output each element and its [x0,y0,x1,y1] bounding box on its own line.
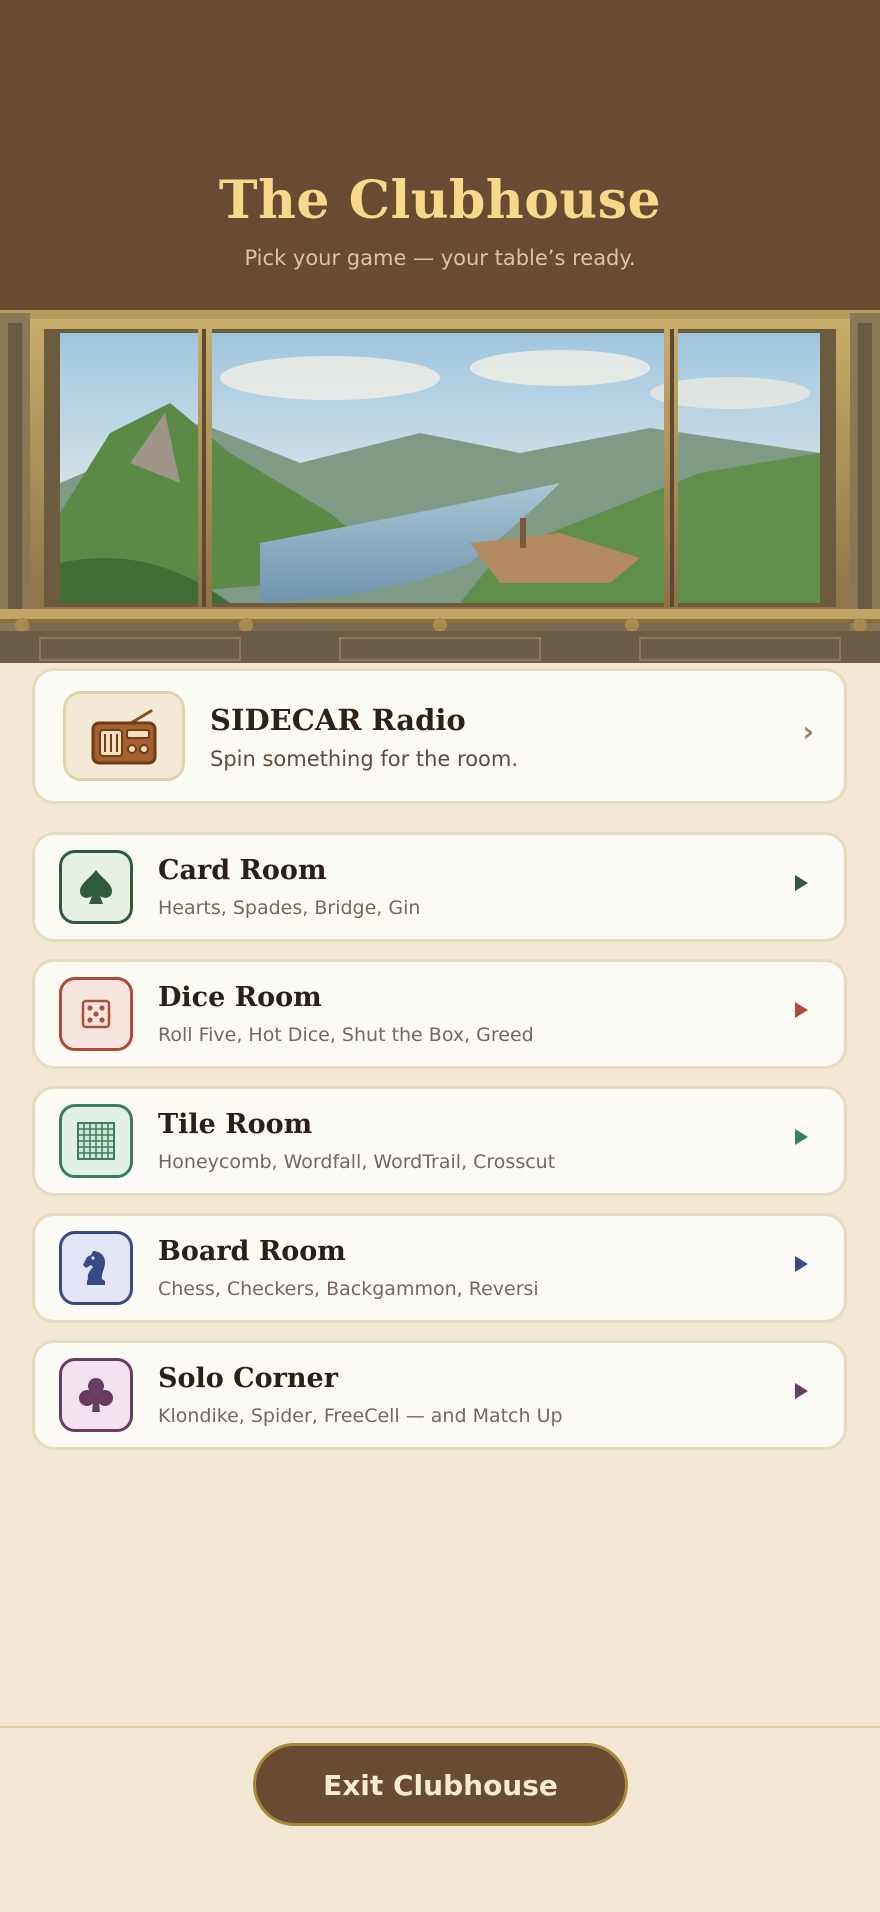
solo-corner-card[interactable]: Solo Corner Klondike, Spider, FreeCell —… [32,1340,847,1450]
room-games: Klondike, Spider, FreeCell — and Match U… [158,1405,563,1427]
chevron-right-icon: › [802,715,814,748]
radio-title: SIDECAR Radio [210,703,466,737]
radio-icon [63,691,185,781]
play-arrow-icon [795,1129,808,1145]
header: The Clubhouse Pick your game — your tabl… [0,0,880,310]
board-room-card[interactable]: Board Room Chess, Checkers, Backgammon, … [32,1213,847,1323]
play-arrow-icon [795,1002,808,1018]
room-title: Board Room [158,1236,346,1267]
room-title: Tile Room [158,1109,313,1140]
room-games: Honeycomb, Wordfall, WordTrail, Crosscut [158,1151,556,1173]
page-title: The Clubhouse [218,170,662,231]
room-title: Solo Corner [158,1363,338,1394]
card-room-card[interactable]: Card Room Hearts, Spades, Bridge, Gin [32,832,847,942]
play-arrow-icon [795,1256,808,1272]
room-games: Roll Five, Hot Dice, Shut the Box, Greed [158,1024,534,1046]
spade-icon [59,850,133,924]
room-games: Hearts, Spades, Bridge, Gin [158,897,421,919]
club-icon [59,1358,133,1432]
grid-tile-icon [59,1104,133,1178]
radio-subtitle: Spin something for the room. [210,747,519,771]
page-subtitle: Pick your game — your table’s ready. [244,246,636,270]
footer-divider [0,1726,880,1728]
tile-room-card[interactable]: Tile Room Honeycomb, Wordfall, WordTrail… [32,1086,847,1196]
dice-icon [59,977,133,1051]
window-scene-illustration [0,310,880,663]
radio-card[interactable]: SIDECAR Radio Spin something for the roo… [32,668,847,804]
room-games: Chess, Checkers, Backgammon, Reversi [158,1278,539,1300]
knight-icon [59,1231,133,1305]
room-title: Card Room [158,855,327,886]
dice-room-card[interactable]: Dice Room Roll Five, Hot Dice, Shut the … [32,959,847,1069]
exit-clubhouse-button[interactable]: Exit Clubhouse [253,1743,628,1826]
play-arrow-icon [795,875,808,891]
play-arrow-icon [795,1383,808,1399]
room-title: Dice Room [158,982,322,1013]
